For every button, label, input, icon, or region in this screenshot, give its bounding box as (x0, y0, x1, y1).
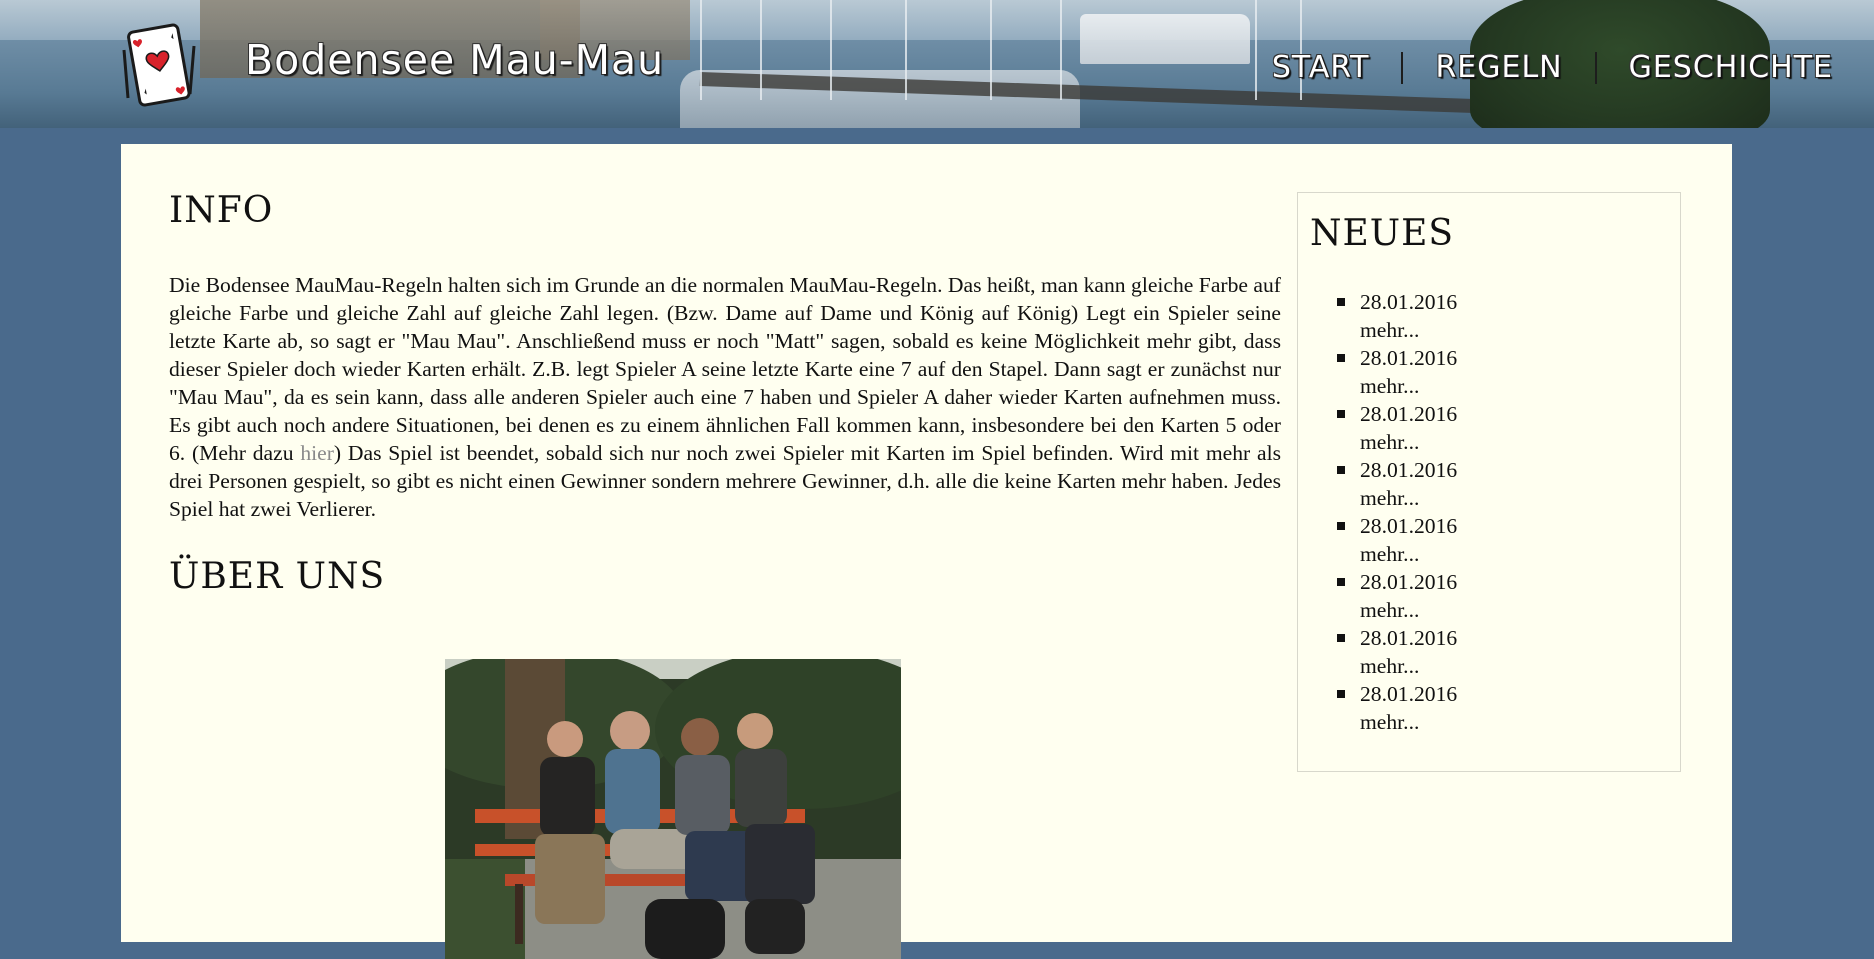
news-item: 28.01.2016 mehr... (1337, 680, 1680, 736)
nav-geschichte[interactable]: GESCHICHTE (1629, 50, 1833, 85)
playing-card-logo-icon[interactable] (118, 20, 200, 112)
square-bullet-icon (1337, 578, 1345, 586)
banner-ship (1080, 14, 1250, 64)
news-item: 28.01.2016 mehr... (1337, 344, 1680, 400)
info-heading: INFO (169, 190, 274, 231)
banner-mast (760, 0, 762, 100)
news-item: 28.01.2016 mehr... (1337, 400, 1680, 456)
main-column: INFO Die Bodensee MauMau-Regeln halten s… (169, 190, 1281, 597)
banner-mast (700, 0, 702, 100)
banner-mast (1060, 0, 1062, 100)
nav-separator (1594, 51, 1597, 84)
news-item: 28.01.2016 mehr... (1337, 456, 1680, 512)
news-date: 28.01.2016 (1360, 458, 1458, 482)
nav-start[interactable]: START (1272, 50, 1370, 85)
news-date: 28.01.2016 (1360, 570, 1458, 594)
group-photo (445, 659, 901, 959)
banner-mast (905, 0, 907, 100)
square-bullet-icon (1337, 410, 1345, 418)
square-bullet-icon (1337, 522, 1345, 530)
info-more-link[interactable]: hier (300, 441, 334, 465)
news-date: 28.01.2016 (1360, 514, 1458, 538)
news-item: 28.01.2016 mehr... (1337, 512, 1680, 568)
news-item: 28.01.2016 mehr... (1337, 624, 1680, 680)
news-item: 28.01.2016 mehr... (1337, 568, 1680, 624)
main-nav: START REGELN GESCHICHTE (1272, 50, 1833, 85)
square-bullet-icon (1337, 354, 1345, 362)
banner-mast (830, 0, 832, 100)
banner-mast (990, 0, 992, 100)
news-more-link[interactable]: mehr... (1360, 428, 1680, 456)
nav-separator (1401, 51, 1404, 84)
square-bullet-icon (1337, 690, 1345, 698)
news-more-link[interactable]: mehr... (1360, 596, 1680, 624)
news-heading: NEUES (1310, 213, 1455, 254)
news-date: 28.01.2016 (1360, 682, 1458, 706)
news-more-link[interactable]: mehr... (1360, 484, 1680, 512)
info-paragraph: Die Bodensee MauMau-Regeln halten sich i… (169, 271, 1281, 523)
square-bullet-icon (1337, 634, 1345, 642)
square-bullet-icon (1337, 298, 1345, 306)
news-more-link[interactable]: mehr... (1360, 708, 1680, 736)
about-heading: ÜBER UNS (169, 556, 386, 597)
news-more-link[interactable]: mehr... (1360, 652, 1680, 680)
content-panel: INFO Die Bodensee MauMau-Regeln halten s… (121, 144, 1732, 959)
square-bullet-icon (1337, 466, 1345, 474)
news-date: 28.01.2016 (1360, 626, 1458, 650)
nav-regeln[interactable]: REGELN (1435, 50, 1562, 85)
news-list: 28.01.2016 mehr... 28.01.2016 mehr... 28… (1298, 288, 1680, 736)
banner-mast (1255, 0, 1257, 100)
news-more-link[interactable]: mehr... (1360, 372, 1680, 400)
site-title[interactable]: Bodensee Mau-Mau (245, 36, 664, 84)
news-more-link[interactable]: mehr... (1360, 540, 1680, 568)
news-sidebar: NEUES 28.01.2016 mehr... 28.01.2016 mehr… (1297, 192, 1681, 772)
info-text: Die Bodensee MauMau-Regeln halten sich i… (169, 273, 1281, 465)
news-more-link[interactable]: mehr... (1360, 316, 1680, 344)
news-item: 28.01.2016 mehr... (1337, 288, 1680, 344)
header-banner: Bodensee Mau-Mau START REGELN GESCHICHTE (0, 0, 1874, 128)
news-date: 28.01.2016 (1360, 402, 1458, 426)
news-date: 28.01.2016 (1360, 290, 1458, 314)
news-date: 28.01.2016 (1360, 346, 1458, 370)
info-text-continued: ) Das Spiel ist beendet, sobald sich nur… (169, 441, 1281, 521)
